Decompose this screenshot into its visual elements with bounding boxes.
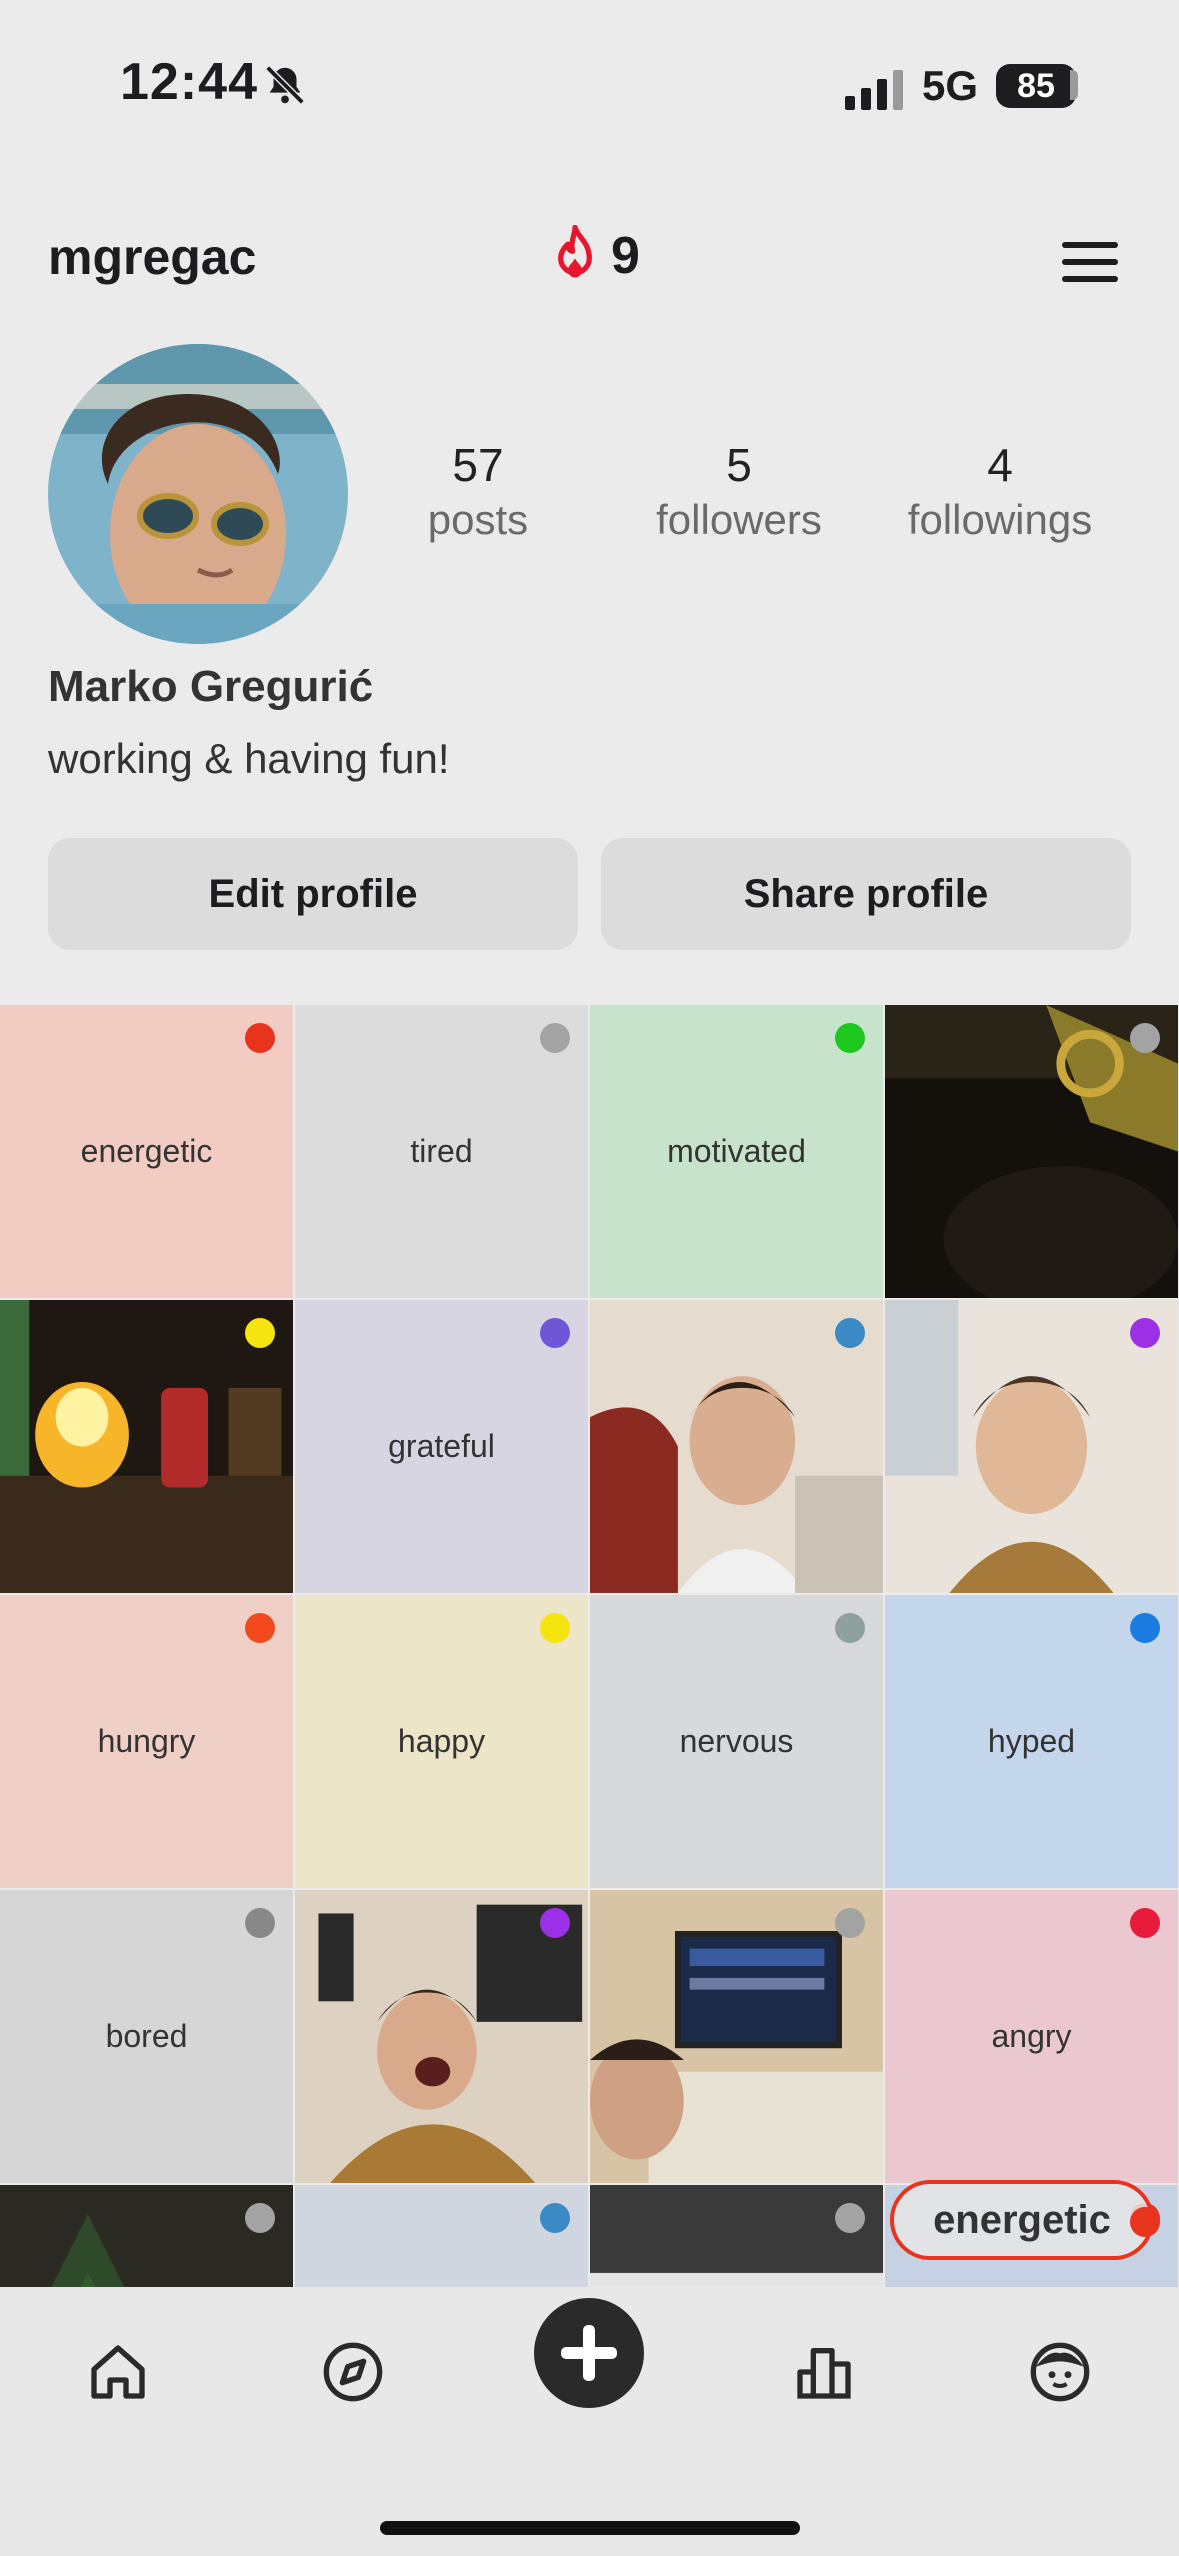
mood-color-dot <box>540 2203 570 2233</box>
post-tile-photo[interactable] <box>590 1890 883 2183</box>
mood-color-dot <box>835 1023 865 1053</box>
post-tile-photo[interactable] <box>590 2185 883 2287</box>
mood-color-dot <box>245 1908 275 1938</box>
battery-indicator: 85 <box>996 64 1076 108</box>
mood-color-dot <box>540 1023 570 1053</box>
post-photo <box>590 2185 883 2287</box>
post-tile-photo[interactable] <box>295 1890 588 2183</box>
mood-color-dot <box>540 1908 570 1938</box>
mood-color-dot <box>1130 1613 1160 1643</box>
stat-posts[interactable]: 57 posts <box>368 438 588 544</box>
post-tile-hyped[interactable]: hyped <box>885 1595 1178 1888</box>
post-tile-energetic[interactable]: energetic <box>0 1005 293 1298</box>
mood-color-dot <box>1130 1318 1160 1348</box>
post-photo <box>0 2185 293 2287</box>
flame-icon <box>558 225 592 278</box>
plus-icon <box>561 2325 617 2381</box>
mood-color-dot <box>1130 1023 1160 1053</box>
post-tile-angry[interactable]: angry <box>885 1890 1178 2183</box>
signal-icon <box>845 70 903 110</box>
compass-icon[interactable] <box>321 2340 385 2404</box>
stat-posts-label: posts <box>427 496 529 543</box>
post-tile-grateful[interactable]: grateful <box>295 1300 588 1593</box>
mood-color-dot <box>1130 1908 1160 1938</box>
avatar[interactable] <box>48 344 348 644</box>
post-tile-bored[interactable]: bored <box>0 1890 293 2183</box>
post-tile-motivated[interactable]: motivated <box>590 1005 883 1298</box>
mood-tag-energetic[interactable]: energetic <box>890 2180 1154 2260</box>
post-tile-photo[interactable] <box>590 1300 883 1593</box>
status-time: 12:44 <box>120 53 258 111</box>
home-indicator <box>380 2521 800 2535</box>
bio: working & having fun! <box>48 735 450 782</box>
profile-face-icon[interactable] <box>1028 2340 1092 2404</box>
post-tile-hungry[interactable]: hungry <box>0 1595 293 1888</box>
post-tile-photo[interactable] <box>885 1300 1178 1593</box>
stat-followers-value: 5 <box>726 439 752 491</box>
edit-profile-button[interactable]: Edit profile <box>48 838 578 950</box>
mood-color-dot <box>540 1318 570 1348</box>
mood-dot <box>1130 2207 1160 2237</box>
battery-tip <box>1070 70 1078 100</box>
post-tile-photo[interactable] <box>0 1300 293 1593</box>
stat-followings[interactable]: 4 followings <box>890 438 1110 544</box>
network-type: 5G <box>922 62 979 109</box>
mood-color-dot <box>835 1908 865 1938</box>
full-name: Marko Gregurić <box>48 662 374 711</box>
mood-color-dot <box>835 1613 865 1643</box>
stat-followers-label: followers <box>656 496 822 543</box>
stat-followings-label: followings <box>907 496 1093 543</box>
mood-color-dot <box>835 1318 865 1348</box>
mood-color-dot <box>245 1613 275 1643</box>
share-profile-button[interactable]: Share profile <box>601 838 1131 950</box>
mood-color-dot <box>245 2203 275 2233</box>
mood-color-dot <box>245 1318 275 1348</box>
home-icon[interactable] <box>86 2340 150 2404</box>
bell-muted-icon <box>265 65 305 105</box>
mood-color-dot <box>835 2203 865 2233</box>
stat-followers[interactable]: 5 followers <box>629 438 849 544</box>
hamburger-menu-icon[interactable] <box>1062 240 1122 284</box>
post-tile-tired[interactable]: tired <box>295 1005 588 1298</box>
streak-count: 9 <box>611 227 640 285</box>
username: mgregac <box>48 229 257 285</box>
post-tile-photo[interactable] <box>885 1005 1178 1298</box>
mood-color-dot <box>540 1613 570 1643</box>
posts-grid: energetic tired motivated grateful hungry hap… <box>0 1005 1179 2287</box>
post-tile-happy[interactable]: happy <box>295 1595 588 1888</box>
stat-followings-value: 4 <box>987 439 1013 491</box>
stat-posts-value: 57 <box>452 439 504 491</box>
mood-color-dot <box>245 1023 275 1053</box>
streak-counter[interactable]: 9 <box>545 225 640 287</box>
stats-icon[interactable] <box>792 2340 856 2404</box>
post-tile-photo[interactable] <box>0 2185 293 2287</box>
add-post-button[interactable] <box>534 2298 644 2408</box>
post-tile-nervous[interactable]: nervous <box>590 1595 883 1888</box>
post-tile-photo[interactable] <box>295 2185 588 2287</box>
